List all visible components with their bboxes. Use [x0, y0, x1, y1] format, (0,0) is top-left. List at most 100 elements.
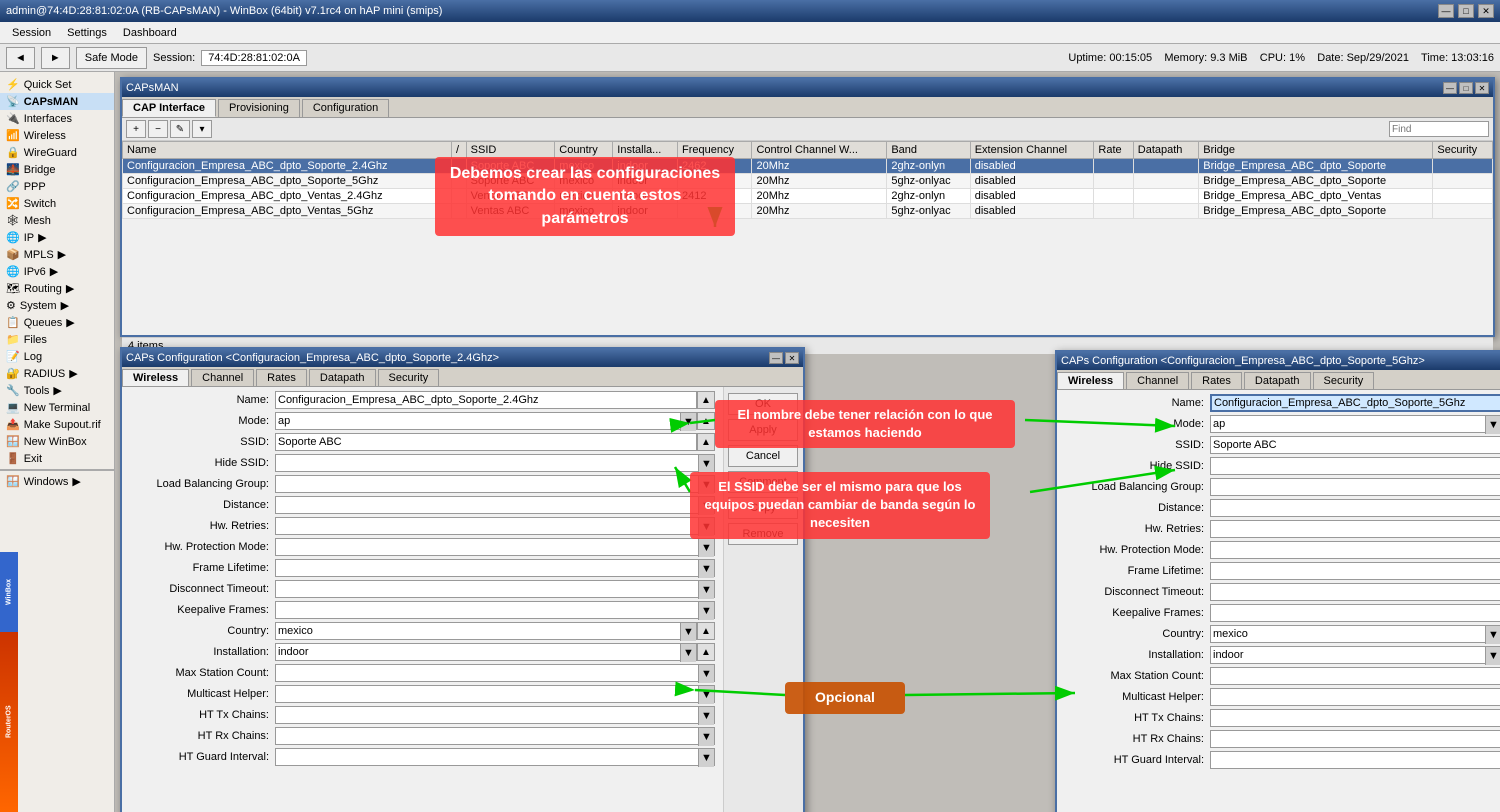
sidebar-item-routing[interactable]: 🗺 Routing ▶ — [0, 280, 114, 297]
sidebar-item-radius[interactable]: 🔐 RADIUS ▶ — [0, 365, 114, 382]
hide-ssid-input[interactable] — [276, 455, 698, 471]
mode-arrow[interactable]: ▼ — [680, 413, 696, 431]
menu-dashboard[interactable]: Dashboard — [115, 25, 185, 41]
edit-config-btn[interactable]: ✎ — [170, 120, 190, 138]
installation-input[interactable] — [276, 644, 680, 660]
r-ht-guard-input[interactable] — [1211, 752, 1500, 768]
country-input[interactable] — [276, 623, 680, 639]
sidebar-item-mesh[interactable]: 🕸 Mesh — [0, 212, 114, 229]
menu-session[interactable]: Session — [4, 25, 59, 41]
menu-settings[interactable]: Settings — [59, 25, 115, 41]
table-row[interactable]: Configuracion_Empresa_ABC_dpto_Soporte_5… — [123, 174, 1493, 189]
tab-configuration[interactable]: Configuration — [302, 99, 389, 117]
sidebar-item-bridge[interactable]: 🌉 Bridge — [0, 161, 114, 178]
table-row[interactable]: Configuracion_Empresa_ABC_dpto_Ventas_2.… — [123, 189, 1493, 204]
sidebar-item-capsman[interactable]: 📡 CAPsMAN — [0, 93, 114, 110]
sidebar-item-wireguard[interactable]: 🔒 WireGuard — [0, 144, 114, 161]
sidebar-item-makesupout[interactable]: 📤 Make Supout.rif — [0, 416, 114, 433]
remove-config-btn[interactable]: − — [148, 120, 168, 138]
ht-guard-input[interactable] — [276, 749, 698, 765]
tab-left-security[interactable]: Security — [378, 369, 440, 386]
hw-protection-input[interactable] — [276, 539, 698, 555]
hide-ssid-arrow[interactable]: ▼ — [698, 455, 714, 473]
ht-tx-arrow[interactable]: ▼ — [698, 707, 714, 725]
tab-right-channel[interactable]: Channel — [1126, 372, 1189, 389]
mode-scroll-up[interactable]: ▲ — [697, 412, 715, 430]
hw-retries-input[interactable] — [276, 518, 698, 534]
tab-left-rates[interactable]: Rates — [256, 369, 307, 386]
r-frame-input[interactable] — [1211, 563, 1500, 579]
close-button[interactable]: ✕ — [1478, 4, 1494, 18]
tab-provisioning[interactable]: Provisioning — [218, 99, 300, 117]
ssid-input[interactable] — [275, 433, 697, 451]
r-ht-tx-input[interactable] — [1211, 710, 1500, 726]
sidebar-item-wireless[interactable]: 📶 Wireless — [0, 127, 114, 144]
r-multicast-input[interactable] — [1211, 689, 1500, 705]
r-hide-ssid-input[interactable] — [1211, 458, 1500, 474]
r-hw-retries-input[interactable] — [1211, 521, 1500, 537]
installation-arrow[interactable]: ▼ — [680, 644, 696, 662]
tab-right-datapath[interactable]: Datapath — [1244, 372, 1311, 389]
config-left-close[interactable]: ✕ — [785, 352, 799, 364]
r-disconnect-input[interactable] — [1211, 584, 1500, 600]
sidebar-item-ipv6[interactable]: 🌐 IPv6 ▶ — [0, 263, 114, 280]
multicast-input[interactable] — [276, 686, 698, 702]
ht-rx-input[interactable] — [276, 728, 698, 744]
sidebar-item-ppp[interactable]: 🔗 PPP — [0, 178, 114, 195]
country-arrow[interactable]: ▼ — [680, 623, 696, 641]
capsman-maximize-btn[interactable]: □ — [1459, 82, 1473, 94]
mode-input[interactable] — [276, 413, 680, 429]
sidebar-item-exit[interactable]: 🚪 Exit — [0, 450, 114, 467]
r-ssid-input[interactable] — [1210, 436, 1500, 454]
frame-lifetime-arrow[interactable]: ▼ — [698, 560, 714, 578]
r-load-input[interactable] — [1211, 479, 1500, 495]
name-input[interactable] — [275, 391, 697, 409]
tab-cap-interface[interactable]: CAP Interface — [122, 99, 216, 117]
tab-right-security[interactable]: Security — [1313, 372, 1375, 389]
keepalive-arrow[interactable]: ▼ — [698, 602, 714, 620]
ht-rx-arrow[interactable]: ▼ — [698, 728, 714, 746]
maximize-button[interactable]: □ — [1458, 4, 1474, 18]
r-hw-prot-input[interactable] — [1211, 542, 1500, 558]
tab-right-rates[interactable]: Rates — [1191, 372, 1242, 389]
tab-right-wireless[interactable]: Wireless — [1057, 372, 1124, 389]
name-scroll-up[interactable]: ▲ — [697, 391, 715, 409]
load-balancing-input[interactable] — [276, 476, 698, 492]
frame-lifetime-input[interactable] — [276, 560, 698, 576]
tab-left-channel[interactable]: Channel — [191, 369, 254, 386]
country-scroll-up[interactable]: ▲ — [697, 622, 715, 640]
find-input[interactable] — [1389, 121, 1489, 137]
hw-protection-arrow[interactable]: ▼ — [698, 539, 714, 557]
minimize-button[interactable]: — — [1438, 4, 1454, 18]
sidebar-item-newterminal[interactable]: 💻 New Terminal — [0, 399, 114, 416]
sidebar-item-queues[interactable]: 📋 Queues ▶ — [0, 314, 114, 331]
sidebar-item-switch[interactable]: 🔀 Switch — [0, 195, 114, 212]
back-button[interactable]: ◄ — [6, 47, 35, 69]
table-row[interactable]: Configuracion_Empresa_ABC_dpto_Soporte_2… — [123, 159, 1493, 174]
tab-left-wireless[interactable]: Wireless — [122, 369, 189, 386]
sidebar-item-mpls[interactable]: 📦 MPLS ▶ — [0, 246, 114, 263]
r-ht-rx-input[interactable] — [1211, 731, 1500, 747]
sidebar-item-quickset[interactable]: ⚡ Quick Set — [0, 76, 114, 93]
r-mode-arrow[interactable]: ▼ — [1485, 416, 1500, 434]
sidebar-item-newwinbox[interactable]: 🪟 New WinBox — [0, 433, 114, 450]
sidebar-item-system[interactable]: ⚙ System ▶ — [0, 297, 114, 314]
left-apply-btn[interactable]: Cancel — [728, 445, 798, 467]
r-distance-input[interactable] — [1211, 500, 1500, 516]
sidebar-item-tools[interactable]: 🔧 Tools ▶ — [0, 382, 114, 399]
tab-left-datapath[interactable]: Datapath — [309, 369, 376, 386]
disconnect-timeout-input[interactable] — [276, 581, 698, 597]
sidebar-item-windows[interactable]: 🪟 Windows ▶ — [0, 473, 114, 490]
r-mode-input[interactable] — [1211, 416, 1485, 432]
disconnect-timeout-arrow[interactable]: ▼ — [698, 581, 714, 599]
r-installation-input[interactable] — [1211, 647, 1485, 663]
r-installation-arrow[interactable]: ▼ — [1485, 647, 1500, 665]
ssid-scroll-up[interactable]: ▲ — [697, 433, 715, 451]
table-row[interactable]: Configuracion_Empresa_ABC_dpto_Ventas_5G… — [123, 204, 1493, 219]
sidebar-item-log[interactable]: 📝 Log — [0, 348, 114, 365]
capsman-title-buttons[interactable]: — □ ✕ — [1443, 82, 1489, 94]
r-country-input[interactable] — [1211, 626, 1485, 642]
sidebar-item-ip[interactable]: 🌐 IP ▶ — [0, 229, 114, 246]
sidebar-item-interfaces[interactable]: 🔌 Interfaces — [0, 110, 114, 127]
capsman-minimize-btn[interactable]: — — [1443, 82, 1457, 94]
